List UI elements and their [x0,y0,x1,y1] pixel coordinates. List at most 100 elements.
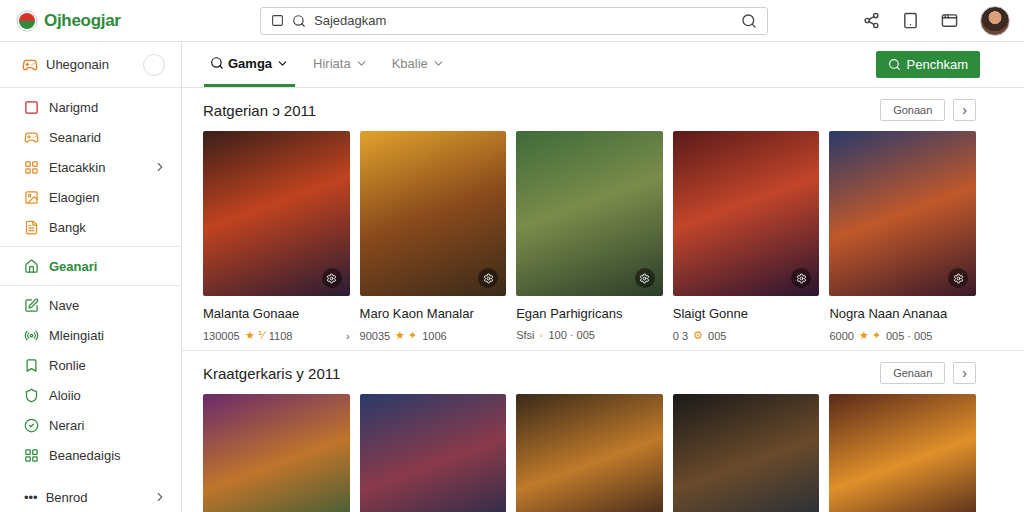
item-icon [24,190,39,205]
gamepad-icon [22,57,38,73]
section-title: Kraatgerkaris y 2011 [203,365,872,382]
game-art [360,131,507,296]
card-title: Slaigt Gonne [673,306,820,321]
chevron-down-icon [276,57,289,70]
sidebar-item[interactable]: Beanedaigis [0,440,181,470]
item-icon [24,328,39,343]
sidebar: UhegonainNarigmdSeanaridEtacakkinElaogie… [0,42,182,512]
item-icon [24,448,39,463]
card-title: Nogra Naan Ananaa [829,306,976,321]
game-art [203,131,350,296]
item-icon [24,298,39,313]
game-card[interactable] [673,394,820,512]
sidebar-item[interactable]: Nave [0,290,181,320]
gear-icon [639,273,650,284]
logo[interactable]: Ojheogjar [16,10,248,32]
next-button[interactable]: › [953,99,976,121]
sidebar-item[interactable]: Geanari [0,251,181,281]
card-meta: 90035★ ✦1006 [360,329,507,342]
sidebar-item[interactable]: Aloiio [0,380,181,410]
sidebar-header[interactable]: Uhegonain [0,42,181,88]
art-badge [322,268,342,288]
tab[interactable]: Kbalie [386,42,451,87]
art-badge [478,268,498,288]
chevron-down-icon [355,57,368,70]
sidebar-item[interactable]: Narigmd [0,92,181,122]
item-icon [24,259,39,274]
next-button[interactable]: › [953,362,976,384]
section-button[interactable]: Gonaan [880,99,945,121]
card-title: Malanta Gonaae [203,306,350,321]
gear-icon [953,273,964,284]
sidebar-footer[interactable]: •••Benrod [0,486,181,512]
card-title: Egan Parhigricans [516,306,663,321]
sidebar-item[interactable]: Nerari [0,410,181,440]
game-art [829,131,976,296]
game-art [203,394,350,512]
art-badge [635,268,655,288]
app-window: OjheogjarSajedagkamUhegonainNarigmdSeana… [0,0,1024,512]
share-icon[interactable] [863,12,880,29]
game-card[interactable]: Maro Kaon Manalar 90035★ ✦1006 [360,131,507,350]
game-art [360,394,507,512]
chevron-icon [153,160,167,174]
game-card[interactable]: Malanta Gonaae130005★ ⅟1108› [203,131,350,350]
game-card[interactable] [516,394,663,512]
user-avatar[interactable] [980,6,1010,36]
game-card[interactable] [203,394,350,512]
sidebar-item[interactable]: Mleingiati [0,320,181,350]
action-button[interactable]: Penchkam [876,51,980,78]
checkbox-icon [271,14,284,27]
toggle[interactable] [143,54,165,76]
logo-icon [16,10,38,32]
search-icon [210,56,224,70]
sidebar-item[interactable]: Elaogien [0,182,181,212]
tab-bar: Gamga Hiriata Kbalie Penchkam [182,42,1024,88]
item-icon [24,130,39,145]
item-icon [24,220,39,235]
item-icon [24,418,39,433]
art-badge [791,268,811,288]
game-art [673,394,820,512]
item-icon [24,100,39,115]
tab[interactable]: Gamga [204,42,295,87]
sidebar-group: NarigmdSeanaridEtacakkinElaogienBangk [0,88,181,247]
gear-icon [796,273,807,284]
card-meta: 6000★ ✦005 · 005 [829,329,976,342]
window-icon[interactable] [941,12,958,29]
search-field[interactable]: Sajedagkam [260,7,768,35]
gear-icon [483,273,494,284]
sidebar-group: Geanari [0,247,181,286]
section-title: Ratgerian ɔ 2011 [203,102,872,119]
game-card[interactable]: Slaigt Gonne 0 3⚙005 [673,131,820,350]
game-art [516,394,663,512]
sidebar-item[interactable]: Seanarid [0,122,181,152]
item-icon [24,358,39,373]
game-art [829,394,976,512]
chevron-down-icon [432,57,445,70]
chevron-icon [153,490,167,504]
game-art [516,131,663,296]
card-meta: 0 3⚙005 [673,329,820,342]
card-meta: Sfsi◦100 · 005 [516,329,663,341]
tablet-icon[interactable] [902,12,919,29]
tab[interactable]: Hiriata [307,42,374,87]
search-icon [888,58,901,71]
search-icon [292,14,306,28]
game-card[interactable]: Nogra Naan Ananaa 6000★ ✦005 · 005 [829,131,976,350]
sidebar-item[interactable]: Etacakkin [0,152,181,182]
card-title: Maro Kaon Manalar [360,306,507,321]
game-section: Ratgerian ɔ 2011 Gonaan › Malanta Gonaae130… [182,88,1024,351]
gear-icon [326,273,337,284]
art-badge [948,268,968,288]
search-icon[interactable] [741,13,757,29]
item-icon [24,388,39,403]
game-card[interactable]: Egan Parhigricans Sfsi◦100 · 005 [516,131,663,350]
game-card[interactable] [829,394,976,512]
sidebar-item[interactable]: Bangk [0,212,181,242]
game-art [673,131,820,296]
game-card[interactable] [360,394,507,512]
sidebar-item[interactable]: Ronlie [0,350,181,380]
sidebar-group: NaveMleingiatiRonlieAloiioNerariBeanedai… [0,286,181,474]
section-button[interactable]: Genaan [880,362,945,384]
